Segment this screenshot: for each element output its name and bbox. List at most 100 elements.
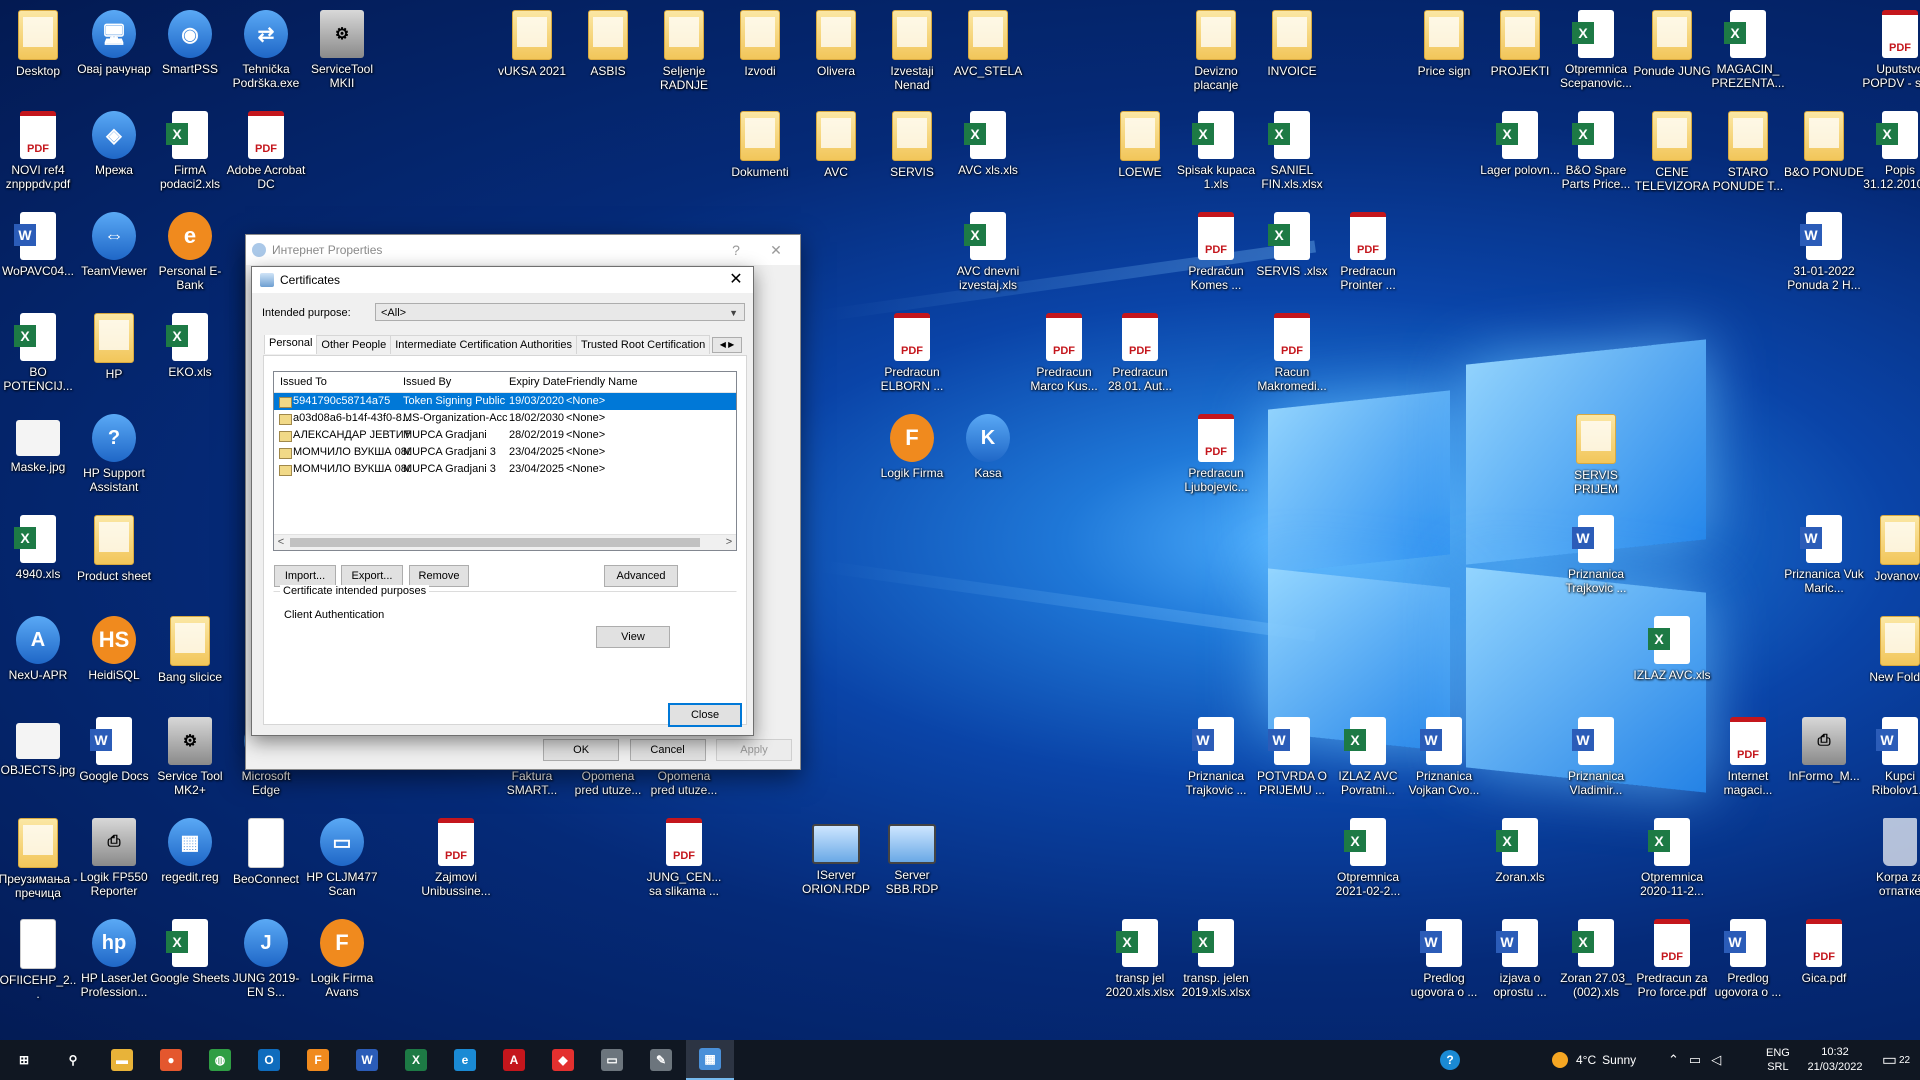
view-button[interactable]: View xyxy=(596,626,670,648)
word-icon[interactable]: W xyxy=(343,1040,391,1080)
desktop-icon[interactable]: Xtransp jel 2020.xls.xlsx xyxy=(1098,913,1182,1013)
desktop-icon[interactable]: Bang slicice xyxy=(148,610,232,710)
scanner-icon[interactable]: ▭ xyxy=(588,1040,636,1080)
close-button[interactable]: Close xyxy=(668,703,742,727)
firefox-icon[interactable]: ● xyxy=(147,1040,195,1080)
desktop-icon[interactable]: PDF Predracun Ljubojevic... xyxy=(1174,408,1258,508)
desktop-icon[interactable]: hp HP LaserJet Profession... xyxy=(72,913,156,1013)
desktop-icon[interactable]: OBJECTS.jpg xyxy=(0,711,80,811)
desktop-icon[interactable]: X 4940.xls xyxy=(0,509,80,609)
tool-icon[interactable]: ✎ xyxy=(637,1040,685,1080)
desktop-icon[interactable]: X Zoran 27.03_ (002).xls xyxy=(1554,913,1638,1013)
import-button[interactable]: Import... xyxy=(274,565,336,587)
notifications-button[interactable]: ▭ 22 xyxy=(1878,1040,1914,1080)
desktop-icon[interactable]: W Google Docs xyxy=(72,711,156,811)
certificate-list[interactable]: Issued To Issued By Expiry Date Friendly… xyxy=(273,371,737,551)
desktop-icon[interactable]: Maske.jpg xyxy=(0,408,80,508)
desktop-icon[interactable]: F Logik Firma Avans xyxy=(300,913,384,1013)
desktop-icon[interactable]: Izvestaji Nenad xyxy=(870,4,954,104)
help-icon[interactable]: ? xyxy=(1436,1040,1464,1080)
desktop-icon[interactable]: CENE TELEVIZORA xyxy=(1630,105,1714,205)
desktop-icon[interactable]: Korpa za отпатке xyxy=(1858,812,1920,912)
desktop-icon[interactable]: BeoConnect xyxy=(224,812,308,912)
desktop-icon[interactable]: ▭ HP CLJM477 Scan xyxy=(300,812,384,912)
weather-widget[interactable]: 4°C Sunny xyxy=(1552,1040,1636,1080)
chrome-icon[interactable]: ◍ xyxy=(196,1040,244,1080)
desktop-icon[interactable]: X IZLAZ AVC.xls xyxy=(1630,610,1714,710)
desktop-icon[interactable]: X SERVIS .xlsx xyxy=(1250,206,1334,306)
desktop-icon[interactable]: X Zoran.xls xyxy=(1478,812,1562,912)
certificate-row[interactable]: 5941790c58714a75 Token Signing Public Key… xyxy=(274,393,736,410)
scroll-right-icon[interactable]: > xyxy=(722,535,736,550)
desktop-icon[interactable]: W WoPAVC04... xyxy=(0,206,80,306)
export-button[interactable]: Export... xyxy=(341,565,403,587)
desktop-icon[interactable]: X BO POTENCIJ... xyxy=(0,307,80,407)
desktop-icon[interactable]: PDF Gica.pdf xyxy=(1782,913,1866,1013)
close-icon[interactable]: ✕ xyxy=(756,235,796,265)
desktop-icon[interactable]: X Otpremnica Scepanovic... xyxy=(1554,4,1638,104)
desktop-icon[interactable]: INVOICE xyxy=(1250,4,1334,104)
desktop-icon[interactable]: OFIICEHP_2... xyxy=(0,913,80,1013)
desktop-icon[interactable]: X Google Sheets xyxy=(148,913,232,1013)
desktop-icon[interactable]: Dokumenti xyxy=(718,105,802,205)
network-icon[interactable]: ▭ xyxy=(1689,1052,1701,1068)
desktop-icon[interactable]: Izvodi xyxy=(718,4,802,104)
desktop-icon[interactable]: ⇔ TeamViewer xyxy=(72,206,156,306)
excel-icon[interactable]: X xyxy=(392,1040,440,1080)
remove-button[interactable]: Remove xyxy=(409,565,469,587)
desktop-icon[interactable]: PDF Predracun za Pro force.pdf xyxy=(1630,913,1714,1013)
desktop-icon[interactable]: PDF Zajmovi Unibussine... xyxy=(414,812,498,912)
desktop-icon[interactable]: Devizno placanje xyxy=(1174,4,1258,104)
desktop-icon[interactable]: PDF Adobe Acrobat DC xyxy=(224,105,308,205)
desktop-icon[interactable]: X EKO.xls xyxy=(148,307,232,407)
desktop-icon[interactable]: PDF Predracun Prointer ... xyxy=(1326,206,1410,306)
desktop-icon[interactable]: ⚙ ServiceTool MKII xyxy=(300,4,384,104)
desktop-icon[interactable]: ⎙ Logik FP550 Reporter xyxy=(72,812,156,912)
tab-personal[interactable]: Personal xyxy=(264,335,318,354)
desktop-icon[interactable]: AVC_STELA xyxy=(946,4,1030,104)
desktop-icon[interactable]: W Predlog ugovora o ... xyxy=(1706,913,1790,1013)
desktop-icon[interactable]: HS HeidiSQL xyxy=(72,610,156,710)
desktop-icon[interactable]: ? HP Support Assistant xyxy=(72,408,156,508)
certmgr-icon[interactable]: ▦ xyxy=(686,1040,734,1080)
desktop-icon[interactable]: X Otpremnica 2021-02-2... xyxy=(1326,812,1410,912)
desktop-icon[interactable]: HP xyxy=(72,307,156,407)
desktop-icon[interactable]: W 31-01-2022 Ponuda 2 H... xyxy=(1782,206,1866,306)
desktop-icon[interactable]: X Spisak kupaca 1.xls xyxy=(1174,105,1258,205)
clock[interactable]: 10:32 21/03/2022 xyxy=(1800,1040,1870,1080)
desktop-icon[interactable]: X Otpremnica 2020-11-2... xyxy=(1630,812,1714,912)
desktop-icon[interactable]: X Lager polovn... xyxy=(1478,105,1562,205)
desktop-icon[interactable]: vUKSA 2021 xyxy=(490,4,574,104)
column-issued-to[interactable]: Issued To xyxy=(280,372,327,392)
column-friendly-name[interactable]: Friendly Name xyxy=(566,372,638,392)
ok-button[interactable]: OK xyxy=(543,739,620,761)
help-button[interactable]: ? xyxy=(716,235,756,265)
desktop-icon[interactable]: X MAGACIN_ PREZENTA... xyxy=(1706,4,1790,104)
start-button[interactable]: ⊞ xyxy=(0,1040,48,1080)
desktop-icon[interactable]: W Priznanica Vojkan Cvo... xyxy=(1402,711,1486,811)
cancel-button[interactable]: Cancel xyxy=(629,739,706,761)
outlook-icon[interactable]: O xyxy=(245,1040,293,1080)
desktop-icon[interactable]: ⎙ InFormo_M... xyxy=(1782,711,1866,811)
desktop-icon[interactable]: J JUNG 2019-EN S... xyxy=(224,913,308,1013)
desktop-icon[interactable]: ⚙ Service Tool MK2+ xyxy=(148,711,232,811)
logik-icon[interactable]: F xyxy=(294,1040,342,1080)
scrollbar-thumb[interactable] xyxy=(290,538,700,547)
certificate-row[interactable]: МОМЧИЛО ВУКША 080... MUPCA Gradjani 3 23/0… xyxy=(274,461,736,478)
tab-trusted-root[interactable]: Trusted Root Certification xyxy=(575,335,711,354)
desktop-icon[interactable]: ▦ regedit.reg xyxy=(148,812,232,912)
desktop-icon[interactable]: ◉ SmartPSS xyxy=(148,4,232,104)
certificate-row[interactable]: АЛЕКСАНДАР ЈЕВТИЋ ...MUPCA Gradjani 28/02… xyxy=(274,427,736,444)
desktop-icon[interactable]: PDF NOVI ref4 znpppdv.pdf xyxy=(0,105,80,205)
desktop-icon[interactable]: Product sheet xyxy=(72,509,156,609)
desktop-icon[interactable]: W Priznanica Trajkovic ... xyxy=(1554,509,1638,609)
desktop-icon[interactable]: PDF Racun Makromedi... xyxy=(1250,307,1334,407)
acrobat-icon[interactable]: A xyxy=(490,1040,538,1080)
desktop-icon[interactable]: X Popis 31.12.2010.... xyxy=(1858,105,1920,205)
desktop-icon[interactable]: PDF Internet magaci... xyxy=(1706,711,1790,811)
desktop-icon[interactable]: Olivera xyxy=(794,4,878,104)
desktop-icon[interactable]: W POTVRDA O PRIJEMU ... xyxy=(1250,711,1334,811)
desktop-icon[interactable]: Ponude JUNG xyxy=(1630,4,1714,104)
desktop-icon[interactable]: AVC xyxy=(794,105,878,205)
desktop-icon[interactable]: F Logik Firma xyxy=(870,408,954,508)
